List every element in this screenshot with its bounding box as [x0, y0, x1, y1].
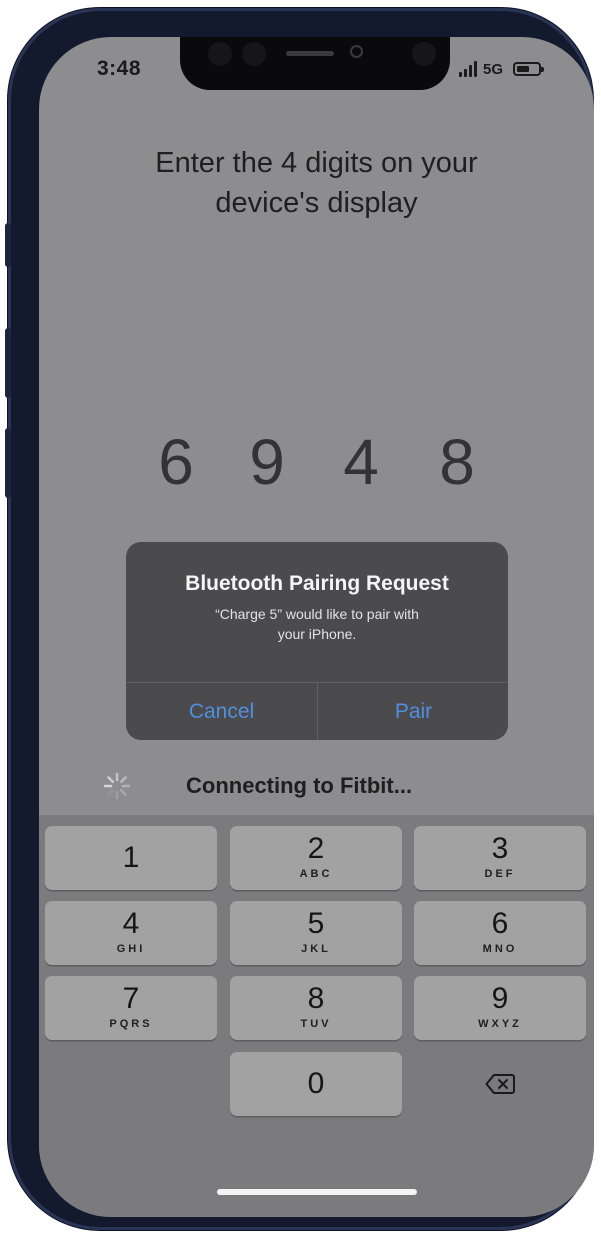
key-letters: DEF — [484, 868, 516, 880]
page-heading: Enter the 4 digits on your device's disp… — [39, 143, 594, 223]
key-digit: 7 — [122, 982, 140, 1015]
key-6[interactable]: 6 MNO — [414, 901, 586, 965]
code-digit: 4 — [343, 426, 379, 498]
alert-message: “Charge 5” would like to pair with your … — [166, 604, 468, 644]
code-digit: 9 — [249, 426, 285, 498]
screen: 3:48 5G Enter the 4 digits on your devic… — [39, 37, 594, 1217]
notch — [180, 37, 450, 90]
bluetooth-pairing-alert: Bluetooth Pairing Request “Charge 5” wou… — [126, 542, 508, 740]
key-0[interactable]: 0 — [230, 1052, 402, 1116]
heading-line: Enter the 4 digits on your — [155, 147, 478, 179]
heading-line: device's display — [215, 187, 418, 219]
cancel-button[interactable]: Cancel — [126, 683, 317, 740]
code-digit: 6 — [158, 426, 194, 498]
key-4[interactable]: 4 GHI — [45, 901, 217, 965]
pair-button[interactable]: Pair — [318, 683, 508, 740]
status-indicators: 5G — [459, 59, 545, 79]
key-letters: TUV — [300, 1018, 332, 1030]
speaker-grille — [286, 51, 334, 56]
key-letters: GHI — [116, 943, 146, 955]
key-digit: 5 — [307, 907, 325, 940]
key-5[interactable]: 5 JKL — [230, 901, 402, 965]
action-button — [5, 223, 11, 267]
volume-up-button — [5, 328, 11, 398]
key-3[interactable]: 3 DEF — [414, 826, 586, 890]
key-digit: 6 — [491, 907, 509, 940]
code-digit: 8 — [439, 426, 475, 498]
phone-frame: 3:48 5G Enter the 4 digits on your devic… — [5, 8, 594, 1230]
signal-icon — [459, 61, 477, 77]
home-indicator[interactable] — [217, 1189, 417, 1195]
key-letters: PQRS — [109, 1018, 153, 1030]
camera-lens — [350, 45, 363, 58]
volume-down-button — [5, 428, 11, 498]
key-digit: 9 — [491, 982, 509, 1015]
alert-title: Bluetooth Pairing Request — [185, 572, 449, 595]
spinner-icon — [103, 772, 131, 800]
key-letters: MNO — [482, 943, 518, 955]
sensor-dot — [412, 42, 436, 66]
key-1[interactable]: 1 — [45, 826, 217, 890]
numeric-keypad: 1 2 ABC 3 DEF 4 GHI 5 JKL 6 MNO 7 PQRS 8… — [39, 815, 594, 1217]
sensor-dot — [242, 42, 266, 66]
alert-message-line: your iPhone. — [277, 626, 357, 642]
key-2[interactable]: 2 ABC — [230, 826, 402, 890]
status-time: 3:48 — [97, 57, 142, 80]
delete-key[interactable] — [414, 1052, 586, 1116]
sensor-dot — [208, 42, 232, 66]
key-letters: WXYZ — [478, 1018, 522, 1030]
key-8[interactable]: 8 TUV — [230, 976, 402, 1040]
connecting-label: Connecting to Fitbit... — [186, 773, 413, 798]
pairing-code: 6 9 4 8 — [39, 417, 594, 507]
key-digit: 3 — [491, 832, 509, 865]
backspace-icon — [485, 1074, 515, 1094]
alert-message-line: “Charge 5” would like to pair with — [215, 606, 419, 622]
connecting-status: Connecting to Fitbit... — [39, 767, 594, 807]
key-letters: ABC — [299, 868, 333, 880]
key-9[interactable]: 9 WXYZ — [414, 976, 586, 1040]
key-digit: 4 — [122, 907, 140, 940]
battery-icon — [513, 62, 545, 76]
key-digit: 8 — [307, 982, 325, 1015]
key-digit: 2 — [307, 832, 325, 865]
key-7[interactable]: 7 PQRS — [45, 976, 217, 1040]
key-letters: JKL — [301, 943, 331, 955]
key-digit: 1 — [122, 841, 140, 874]
network-label: 5G — [483, 60, 504, 78]
key-digit: 0 — [307, 1067, 325, 1100]
